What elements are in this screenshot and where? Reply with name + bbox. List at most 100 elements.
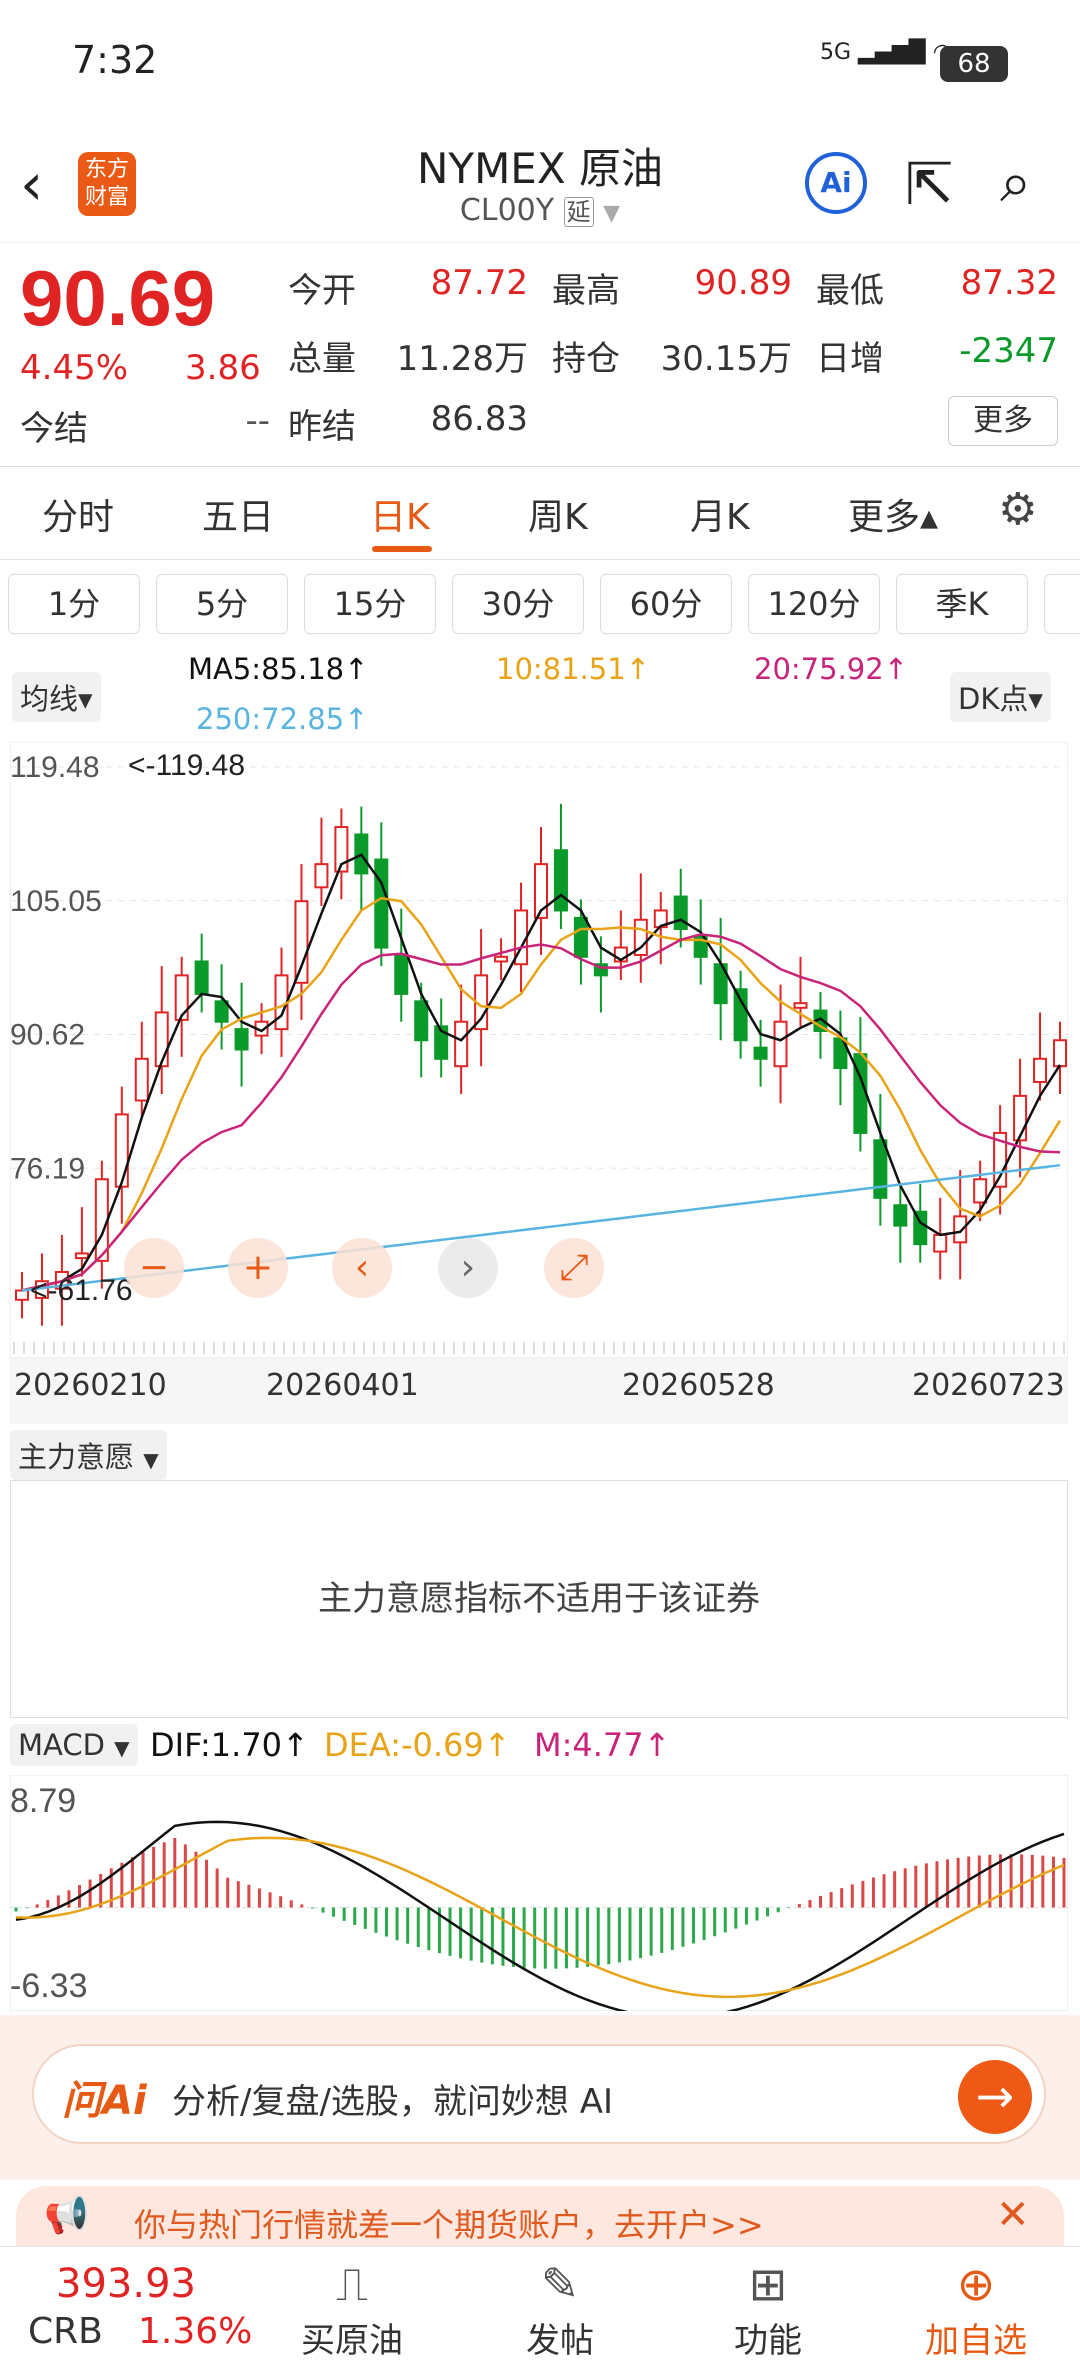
ma10-label: 10:81.51↑	[496, 652, 650, 686]
share-icon[interactable]: ⇱	[905, 150, 954, 218]
main-force-selector[interactable]: 主力意愿 ▼	[10, 1430, 167, 1480]
date-tick: 20260723	[912, 1368, 1065, 1403]
chart-buy-icon: ⎍	[335, 2257, 369, 2311]
interval-quarter-k[interactable]: 季K	[896, 574, 1028, 634]
dea-label: DEA:-0.69↑	[324, 1726, 511, 1764]
tab-intraday[interactable]: 分时	[42, 488, 114, 540]
date-tick: 20260401	[266, 1368, 419, 1403]
chevron-left-icon-glyph: ‹	[355, 1247, 369, 1288]
macd-legend: MACD ▼ DIF:1.70↑ DEA:-0.69↑ M:4.77↑	[10, 1724, 1070, 1774]
ai-search-bar[interactable]: 问Ai 分析/复盘/选股，就问妙想 AI →	[32, 2044, 1046, 2144]
candle-body	[933, 1233, 948, 1253]
candle-body	[394, 953, 409, 995]
date-axis: 20260210 20260401 20260528 20260723	[10, 1358, 1068, 1424]
search-icon[interactable]: ⌕	[1000, 150, 1031, 216]
ai-button[interactable]: Ai	[805, 152, 867, 214]
status-bar: 7:32 5G ▂▄▆█ ◠ 68	[0, 0, 1080, 130]
candle-body	[414, 1000, 429, 1042]
daily-increase-label: 日增	[816, 339, 884, 379]
candle-body	[1053, 1039, 1067, 1068]
candle-body	[973, 1178, 988, 1204]
dk-point-selector[interactable]: DK点▾	[950, 672, 1051, 722]
main-force-label: 主力意愿	[18, 1440, 135, 1474]
active-tab-indicator	[372, 546, 432, 552]
high-value: 90.89	[694, 263, 792, 303]
candle-body	[74, 1252, 89, 1260]
candle-body	[793, 1002, 808, 1009]
candle-body	[494, 955, 509, 963]
candle-body	[314, 863, 329, 889]
daily-increase-value: -2347	[959, 331, 1058, 371]
candle-body	[214, 1000, 229, 1023]
zoom-in-icon-glyph: +	[243, 1247, 273, 1288]
candlestick-chart[interactable]: 119.48 105.05 90.62 76.19 <-119.48 <-61.76− + ‹…	[10, 742, 1068, 1424]
chevron-right-icon-glyph: ›	[461, 1247, 475, 1288]
change-amount: 3.86	[185, 348, 261, 388]
low-label: 最低	[816, 271, 884, 311]
ma250-label: 250:72.85↑	[196, 702, 369, 736]
candle-body	[15, 1289, 29, 1301]
arrow-right-icon[interactable]: →	[958, 2060, 1032, 2134]
interval-30m[interactable]: 30分	[452, 574, 584, 634]
interval-60m[interactable]: 60分	[600, 574, 732, 634]
date-tick: 20260210	[14, 1368, 167, 1403]
promo-banner[interactable]: 📢 你与热门行情就差一个期货账户，去开户>> ✕	[16, 2186, 1064, 2250]
prev-settle-value: 86.83	[430, 399, 528, 439]
crb-value[interactable]: 393.93	[56, 2261, 196, 2307]
macd-chart: 8.79 -6.33	[10, 1775, 1068, 2011]
page-title: NYMEX 原油	[417, 144, 663, 193]
interval-5m[interactable]: 5分	[156, 574, 288, 634]
more-button[interactable]: 更多	[948, 396, 1058, 446]
open-value: 87.72	[430, 263, 528, 303]
last-price: 90.69	[20, 254, 216, 342]
page-subtitle[interactable]: CL00Y 延 ▼	[340, 192, 740, 228]
interval-15m[interactable]: 15分	[304, 574, 436, 634]
date-tick: 20260528	[622, 1368, 775, 1403]
candle-body	[374, 858, 389, 949]
interval-120m[interactable]: 120分	[748, 574, 880, 634]
plus-circle-icon: ⊕	[956, 2257, 996, 2311]
tab-monthly-k[interactable]: 月K	[690, 488, 750, 540]
tab-five-day[interactable]: 五日	[202, 488, 274, 540]
nav-functions[interactable]: ⊞ 功能	[688, 2255, 848, 2362]
candle-body	[174, 974, 189, 1021]
candle-body	[294, 900, 309, 984]
ma-selector[interactable]: 均线▾	[12, 672, 101, 722]
tab-more[interactable]: 更多▴	[848, 488, 938, 540]
megaphone-icon: 📢	[44, 2195, 89, 2236]
grid-icon: ⊞	[748, 2257, 788, 2311]
macd-selector[interactable]: MACD ▼	[10, 1724, 138, 1766]
interval-more[interactable]	[1044, 574, 1080, 634]
nav-label: 加自选	[925, 2321, 1027, 2361]
m-label: M:4.77↑	[534, 1726, 671, 1764]
y-tick-label: 90.62	[10, 1019, 85, 1052]
chevron-down-icon: ▼	[603, 201, 621, 226]
close-icon[interactable]: ✕	[996, 2192, 1030, 2238]
period-tabs: 分时 五日 日K 周K 月K 更多▴ ⚙	[0, 468, 1080, 560]
crb-name[interactable]: CRB	[28, 2311, 103, 2352]
candle-body	[134, 1057, 149, 1102]
nav-add-watchlist[interactable]: ⊕ 加自选	[896, 2255, 1056, 2362]
chevron-left-icon[interactable]: ‹	[20, 150, 43, 218]
volume-value: 11.28万	[396, 339, 528, 379]
tab-weekly-k[interactable]: 周K	[528, 488, 588, 540]
signal-icon: 5G ▂▄▆█ ◠	[820, 40, 952, 65]
main-force-panel: 主力意愿指标不适用于该证券	[10, 1480, 1068, 1718]
delay-badge: 延	[563, 197, 594, 227]
candle-body	[1033, 1057, 1048, 1083]
ai-logo: 问Ai	[62, 2078, 147, 2124]
dif-label: DIF:1.70↑	[150, 1726, 309, 1764]
ma20-label: 20:75.92↑	[754, 652, 908, 686]
ma5-label: MA5:85.18↑	[188, 652, 369, 686]
nav-post[interactable]: ✎ 发帖	[480, 2255, 640, 2362]
promo-text[interactable]: 你与热门行情就差一个期货账户，去开户>>	[134, 2200, 764, 2246]
interval-1m[interactable]: 1分	[8, 574, 140, 634]
crb-change[interactable]: 1.36%	[138, 2311, 252, 2352]
nav-buy-oil[interactable]: ⎍ 买原油	[272, 2255, 432, 2362]
battery-icon: 68	[940, 46, 1008, 82]
tab-daily-k[interactable]: 日K	[370, 488, 430, 540]
candle-body	[154, 1011, 169, 1068]
low-value: 87.32	[960, 263, 1058, 303]
nav-label: 发帖	[526, 2321, 594, 2361]
gear-icon[interactable]: ⚙	[998, 484, 1037, 535]
